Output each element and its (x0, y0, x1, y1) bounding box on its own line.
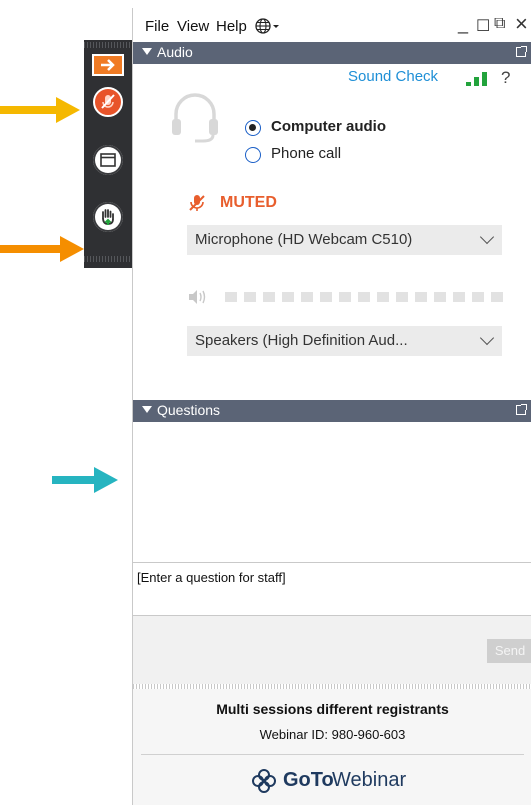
globe-icon (255, 18, 279, 34)
arrow-right-icon (101, 59, 115, 71)
popout-icon[interactable] (516, 46, 527, 57)
headset-icon (172, 93, 218, 143)
microphone-muted-icon (101, 94, 115, 109)
gotowebinar-logo: GoTo Webinar (133, 767, 531, 795)
question-input-placeholder: [Enter a question for staff] (137, 570, 286, 585)
speakers-select[interactable]: Speakers (High Definition Aud... (187, 326, 502, 356)
phone-call-label[interactable]: Phone call (271, 145, 341, 162)
toolbar-grip-bottom (84, 256, 132, 262)
mute-microphone-button[interactable] (93, 87, 123, 117)
sound-check-link[interactable]: Sound Check (348, 68, 438, 85)
speaker-volume-icon (189, 290, 206, 304)
annotation-arrow-orange (0, 236, 84, 262)
chevron-down-icon (479, 330, 495, 346)
send-area: Send (133, 616, 531, 684)
menu-bar: File View Help _ ☐ ⧉ × (133, 8, 531, 44)
footer-divider (141, 754, 524, 755)
collapse-panel-button[interactable] (92, 54, 124, 76)
speaker-level-meter (225, 286, 505, 308)
webinar-id: Webinar ID: 980-960-603 (259, 727, 406, 742)
close-button[interactable]: × (515, 11, 528, 37)
minimize-button[interactable]: _ (458, 14, 468, 35)
microphone-select-value: Microphone (HD Webcam C510) (195, 231, 413, 248)
toolbar-grip[interactable] (84, 42, 132, 48)
webinar-footer: Multi sessions different registrants Web… (133, 689, 531, 805)
webinar-title: Multi sessions different registrants (216, 701, 449, 717)
annotation-arrow-teal (52, 467, 118, 493)
collapse-triangle-icon (142, 48, 152, 55)
popout-button[interactable]: ⧉ (494, 15, 505, 33)
menu-help[interactable]: Help (216, 18, 247, 35)
raise-hand-icon (93, 202, 123, 232)
computer-audio-label[interactable]: Computer audio (271, 118, 386, 135)
logo-webinar-text: Webinar (332, 769, 407, 791)
restore-button[interactable]: ☐ (476, 16, 490, 36)
window-icon (93, 145, 123, 175)
language-globe-button[interactable] (255, 18, 281, 38)
gotowebinar-flower-icon (252, 769, 276, 793)
computer-audio-radio[interactable] (245, 120, 261, 136)
popout-icon[interactable] (516, 404, 527, 415)
collapse-triangle-icon (142, 406, 152, 413)
audio-help-button[interactable]: ? (501, 68, 510, 88)
muted-status-text: MUTED (220, 194, 277, 211)
phone-call-radio[interactable] (245, 147, 261, 163)
audio-panel-title: Audio (157, 44, 193, 60)
logo-goto-text: GoTo (283, 769, 334, 791)
audio-panel-header[interactable]: Audio (133, 42, 531, 64)
questions-panel-title: Questions (157, 402, 221, 418)
chevron-down-icon (479, 229, 495, 245)
menu-file[interactable]: File (145, 18, 169, 35)
signal-strength-icon (466, 72, 490, 86)
send-button[interactable]: Send (487, 639, 531, 663)
screen-viewer-button[interactable] (93, 145, 123, 175)
microphone-muted-status-icon (189, 195, 205, 211)
question-input[interactable]: [Enter a question for staff] (133, 562, 531, 616)
questions-log[interactable] (133, 422, 531, 562)
speakers-select-value: Speakers (High Definition Aud... (195, 332, 408, 349)
annotation-arrow-yellow (0, 97, 80, 123)
control-toolbar (84, 40, 132, 268)
raise-hand-button[interactable] (93, 202, 123, 232)
questions-panel-header[interactable]: Questions (133, 400, 531, 422)
control-panel-window: File View Help _ ☐ ⧉ × Audio Sound Check… (132, 8, 531, 805)
microphone-select[interactable]: Microphone (HD Webcam C510) (187, 225, 502, 255)
menu-view[interactable]: View (177, 18, 209, 35)
